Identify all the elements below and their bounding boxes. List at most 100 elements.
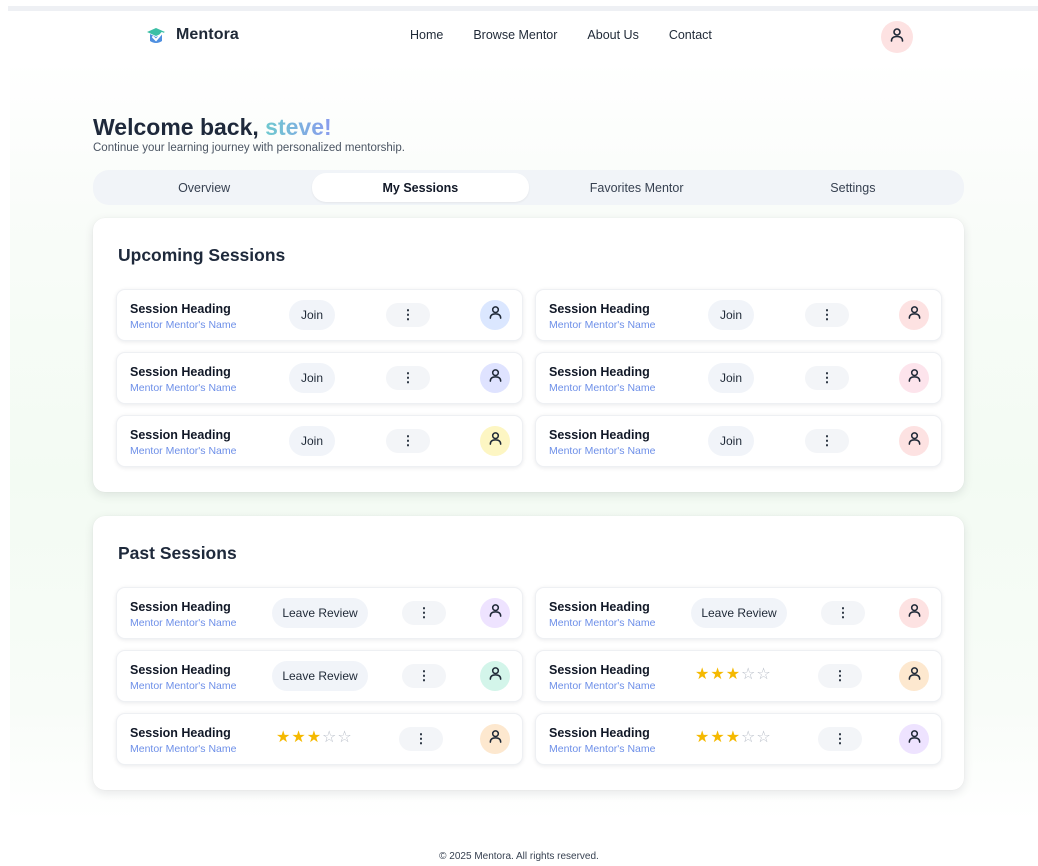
mentor-name[interactable]: Mentor Mentor's Name [549,680,655,692]
session-card[interactable]: Session Heading Mentor Mentor's Name Leave… [116,587,523,639]
session-heading: Session Heading [130,600,231,614]
user-icon [907,431,922,451]
more-options-button[interactable]: ⋮ [818,664,862,688]
session-card[interactable]: Session Heading Mentor Mentor's Name ★ ★ ★ ☆ ☆… [116,713,523,765]
tab-my-sessions[interactable]: My Sessions [312,173,529,202]
mentor-name[interactable]: Mentor Mentor's Name [549,319,655,331]
more-options-button[interactable]: ⋮ [386,303,430,327]
user-icon [907,666,922,686]
mentor-name[interactable]: Mentor Mentor's Name [130,445,236,457]
session-card[interactable]: Session Heading Mentor Mentor's Name ★ ★ ★ ☆ ☆… [535,713,942,765]
mentor-avatar[interactable] [899,724,929,754]
session-heading: Session Heading [130,428,231,442]
more-options-button[interactable]: ⋮ [402,601,446,625]
more-options-button[interactable]: ⋮ [821,601,865,625]
leave-review-button[interactable]: Leave Review [272,598,368,628]
user-icon [488,305,503,325]
session-heading: Session Heading [130,663,231,677]
star-filled-icon: ★ [276,729,291,746]
user-icon [889,27,905,48]
join-button[interactable]: Join [289,426,335,456]
mentor-name[interactable]: Mentor Mentor's Name [130,680,236,692]
join-button[interactable]: Join [289,363,335,393]
past-sessions-panel: Past Sessions Session Heading Mentor Ment… [93,516,964,790]
mentor-name[interactable]: Mentor Mentor's Name [130,743,236,755]
session-heading: Session Heading [549,726,650,740]
tab-favorites-mentor[interactable]: Favorites Mentor [529,173,745,202]
more-options-button[interactable]: ⋮ [399,727,443,751]
leave-review-button[interactable]: Leave Review [691,598,787,628]
brand[interactable]: Mentora [145,24,239,46]
leave-review-button[interactable]: Leave Review [272,661,368,691]
mentor-avatar[interactable] [480,598,510,628]
mentor-avatar[interactable] [899,598,929,628]
user-icon [488,431,503,451]
nav-link-contact[interactable]: Contact [669,28,712,42]
session-card[interactable]: Session Heading Mentor Mentor's Name Leave… [535,587,942,639]
star-empty-icon: ☆ [322,729,337,746]
mentor-name[interactable]: Mentor Mentor's Name [549,617,655,629]
session-card[interactable]: Session Heading Mentor Mentor's Name Join ⋮ [116,415,523,467]
mentor-name[interactable]: Mentor Mentor's Name [549,445,655,457]
session-heading: Session Heading [130,365,231,379]
past-sessions-grid: Session Heading Mentor Mentor's Name Leave… [116,587,942,765]
star-filled-icon: ★ [306,729,322,746]
mentor-name[interactable]: Mentor Mentor's Name [130,382,236,394]
session-heading: Session Heading [549,600,650,614]
star-rating: ★ ★ ★ ☆ ☆ [276,728,352,748]
star-empty-icon: ☆ [337,729,352,746]
star-rating: ★ ★ ★ ☆ ☆ [695,728,771,748]
more-options-button[interactable]: ⋮ [386,366,430,390]
mentor-avatar[interactable] [480,426,510,456]
mentor-avatar[interactable] [899,300,929,330]
user-avatar[interactable] [881,21,913,53]
session-heading: Session Heading [130,302,231,316]
mentor-avatar[interactable] [899,426,929,456]
more-options-button[interactable]: ⋮ [386,429,430,453]
session-card[interactable]: Session Heading Mentor Mentor's Name Join ⋮ [535,352,942,404]
more-options-button[interactable]: ⋮ [805,429,849,453]
join-button[interactable]: Join [708,363,754,393]
tab-overview[interactable]: Overview [96,173,312,202]
mentor-avatar[interactable] [480,724,510,754]
mentor-name[interactable]: Mentor Mentor's Name [130,319,236,331]
tab-bar: Overview My Sessions Favorites Mentor Se… [93,170,964,205]
user-icon [488,666,503,686]
upcoming-sessions-panel: Upcoming Sessions Session Heading Mentor … [93,218,964,492]
join-button[interactable]: Join [708,426,754,456]
join-button[interactable]: Join [289,300,335,330]
join-button[interactable]: Join [708,300,754,330]
nav-link-home[interactable]: Home [410,28,443,42]
session-card[interactable]: Session Heading Mentor Mentor's Name Join ⋮ [535,415,942,467]
session-card[interactable]: Session Heading Mentor Mentor's Name Join ⋮ [535,289,942,341]
nav-link-browse-mentor[interactable]: Browse Mentor [473,28,557,42]
more-options-button[interactable]: ⋮ [818,727,862,751]
session-card[interactable]: Session Heading Mentor Mentor's Name Join ⋮ [116,352,523,404]
mentor-avatar[interactable] [899,363,929,393]
more-options-button[interactable]: ⋮ [805,366,849,390]
nav-link-about-us[interactable]: About Us [587,28,638,42]
star-empty-icon: ☆ [741,666,756,683]
mentor-name[interactable]: Mentor Mentor's Name [549,382,655,394]
star-filled-icon: ★ [710,729,725,746]
star-filled-icon: ★ [725,729,741,746]
mentor-name[interactable]: Mentor Mentor's Name [130,617,236,629]
more-options-button[interactable]: ⋮ [402,664,446,688]
mentor-avatar[interactable] [480,300,510,330]
mentor-avatar[interactable] [899,661,929,691]
star-filled-icon: ★ [725,666,741,683]
star-filled-icon: ★ [695,666,710,683]
session-card[interactable]: Session Heading Mentor Mentor's Name ★ ★ ★ ☆ ☆… [535,650,942,702]
user-icon [907,603,922,623]
past-sessions-title: Past Sessions [118,543,237,563]
more-options-button[interactable]: ⋮ [805,303,849,327]
page-subtitle: Continue your learning journey with pers… [93,142,405,154]
mentor-avatar[interactable] [480,661,510,691]
tab-settings[interactable]: Settings [745,173,961,202]
user-icon [488,368,503,388]
session-card[interactable]: Session Heading Mentor Mentor's Name Leave… [116,650,523,702]
mentor-avatar[interactable] [480,363,510,393]
session-card[interactable]: Session Heading Mentor Mentor's Name Join ⋮ [116,289,523,341]
user-icon [488,729,503,749]
mentor-name[interactable]: Mentor Mentor's Name [549,743,655,755]
